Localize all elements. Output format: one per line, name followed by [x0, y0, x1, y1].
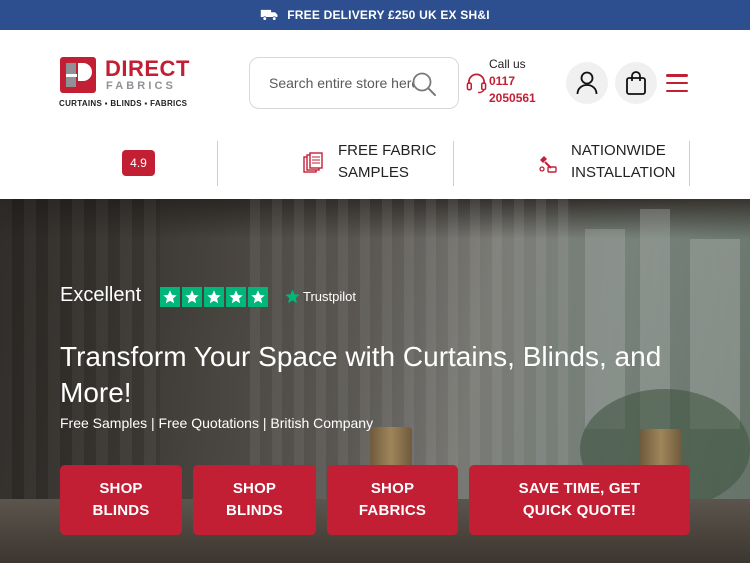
- trustpilot-logo[interactable]: Trustpilot: [284, 288, 356, 305]
- hamburger-menu-icon[interactable]: [664, 70, 690, 96]
- logo-name-secondary: FABRICS: [106, 80, 176, 92]
- installation-icon: [539, 156, 557, 173]
- hero-title: Transform Your Space with Curtains, Blin…: [60, 341, 662, 408]
- star-icon: [226, 287, 246, 307]
- account-button[interactable]: [566, 62, 608, 104]
- star-icon: [248, 287, 268, 307]
- quick-quote-button[interactable]: SAVE TIME, GET QUICK QUOTE!: [469, 465, 690, 535]
- truck-icon: [261, 9, 278, 21]
- logo-name-primary: DIRECT: [105, 56, 190, 81]
- star-icon: [204, 287, 224, 307]
- cart-button[interactable]: [615, 62, 657, 104]
- search-input[interactable]: [269, 75, 414, 91]
- trustpilot-star-icon: [285, 289, 300, 304]
- call-us[interactable]: Call us 0117 2050561: [466, 55, 561, 107]
- logo-tagline: CURTAINS ▪ BLINDS ▪ FABRICS: [59, 99, 188, 108]
- search-icon[interactable]: [411, 71, 437, 97]
- cta-label: SHOP FABRICS: [358, 480, 427, 519]
- fabric-swatch-icon: [303, 152, 323, 173]
- trustpilot-brand: Trustpilot: [303, 289, 356, 304]
- star-icon: [182, 287, 202, 307]
- usp-divider: [453, 141, 454, 186]
- promo-bar: FREE DELIVERY £250 UK EX SH&I: [0, 0, 750, 30]
- shop-blinds-button[interactable]: SHOP BLINDS: [60, 465, 182, 535]
- brand-logo[interactable]: DIRECT FABRICS CURTAINS ▪ BLINDS ▪ FABRI…: [59, 56, 199, 112]
- headset-icon: [466, 73, 487, 94]
- usp-label: FREE FABRIC SAMPLES: [338, 142, 437, 181]
- call-us-label: Call us: [489, 57, 526, 71]
- promo-text: FREE DELIVERY £250 UK EX SH&I: [287, 8, 490, 22]
- hero-subtitle: Free Samples | Free Quotations | British…: [60, 415, 374, 431]
- phone-number[interactable]: 0117 2050561: [489, 73, 549, 107]
- usp-divider: [217, 141, 218, 186]
- shop-blinds-button[interactable]: SHOP BLINDS: [193, 465, 316, 535]
- user-icon: [576, 71, 598, 95]
- star-icon: [160, 287, 180, 307]
- cta-label: SAVE TIME, GET QUICK QUOTE!: [518, 480, 641, 519]
- usp-free-samples: FREE FABRIC SAMPLES: [338, 140, 436, 184]
- shop-fabrics-button[interactable]: SHOP FABRICS: [327, 465, 458, 535]
- cta-label: SHOP BLINDS: [225, 480, 284, 519]
- usp-divider: [689, 141, 690, 186]
- shopping-bag-icon: [626, 71, 646, 95]
- search-box: [249, 57, 459, 109]
- trustpilot-rating-word: Excellent: [60, 284, 142, 306]
- rating-badge: 4.9: [122, 150, 155, 176]
- cta-label: SHOP BLINDS: [92, 480, 150, 519]
- usp-installation: NATIONWIDE INSTALLATION: [571, 140, 675, 184]
- logo-mark-icon: [60, 57, 96, 93]
- trustpilot-stars: [160, 287, 268, 307]
- usp-label: NATIONWIDE INSTALLATION: [571, 142, 676, 181]
